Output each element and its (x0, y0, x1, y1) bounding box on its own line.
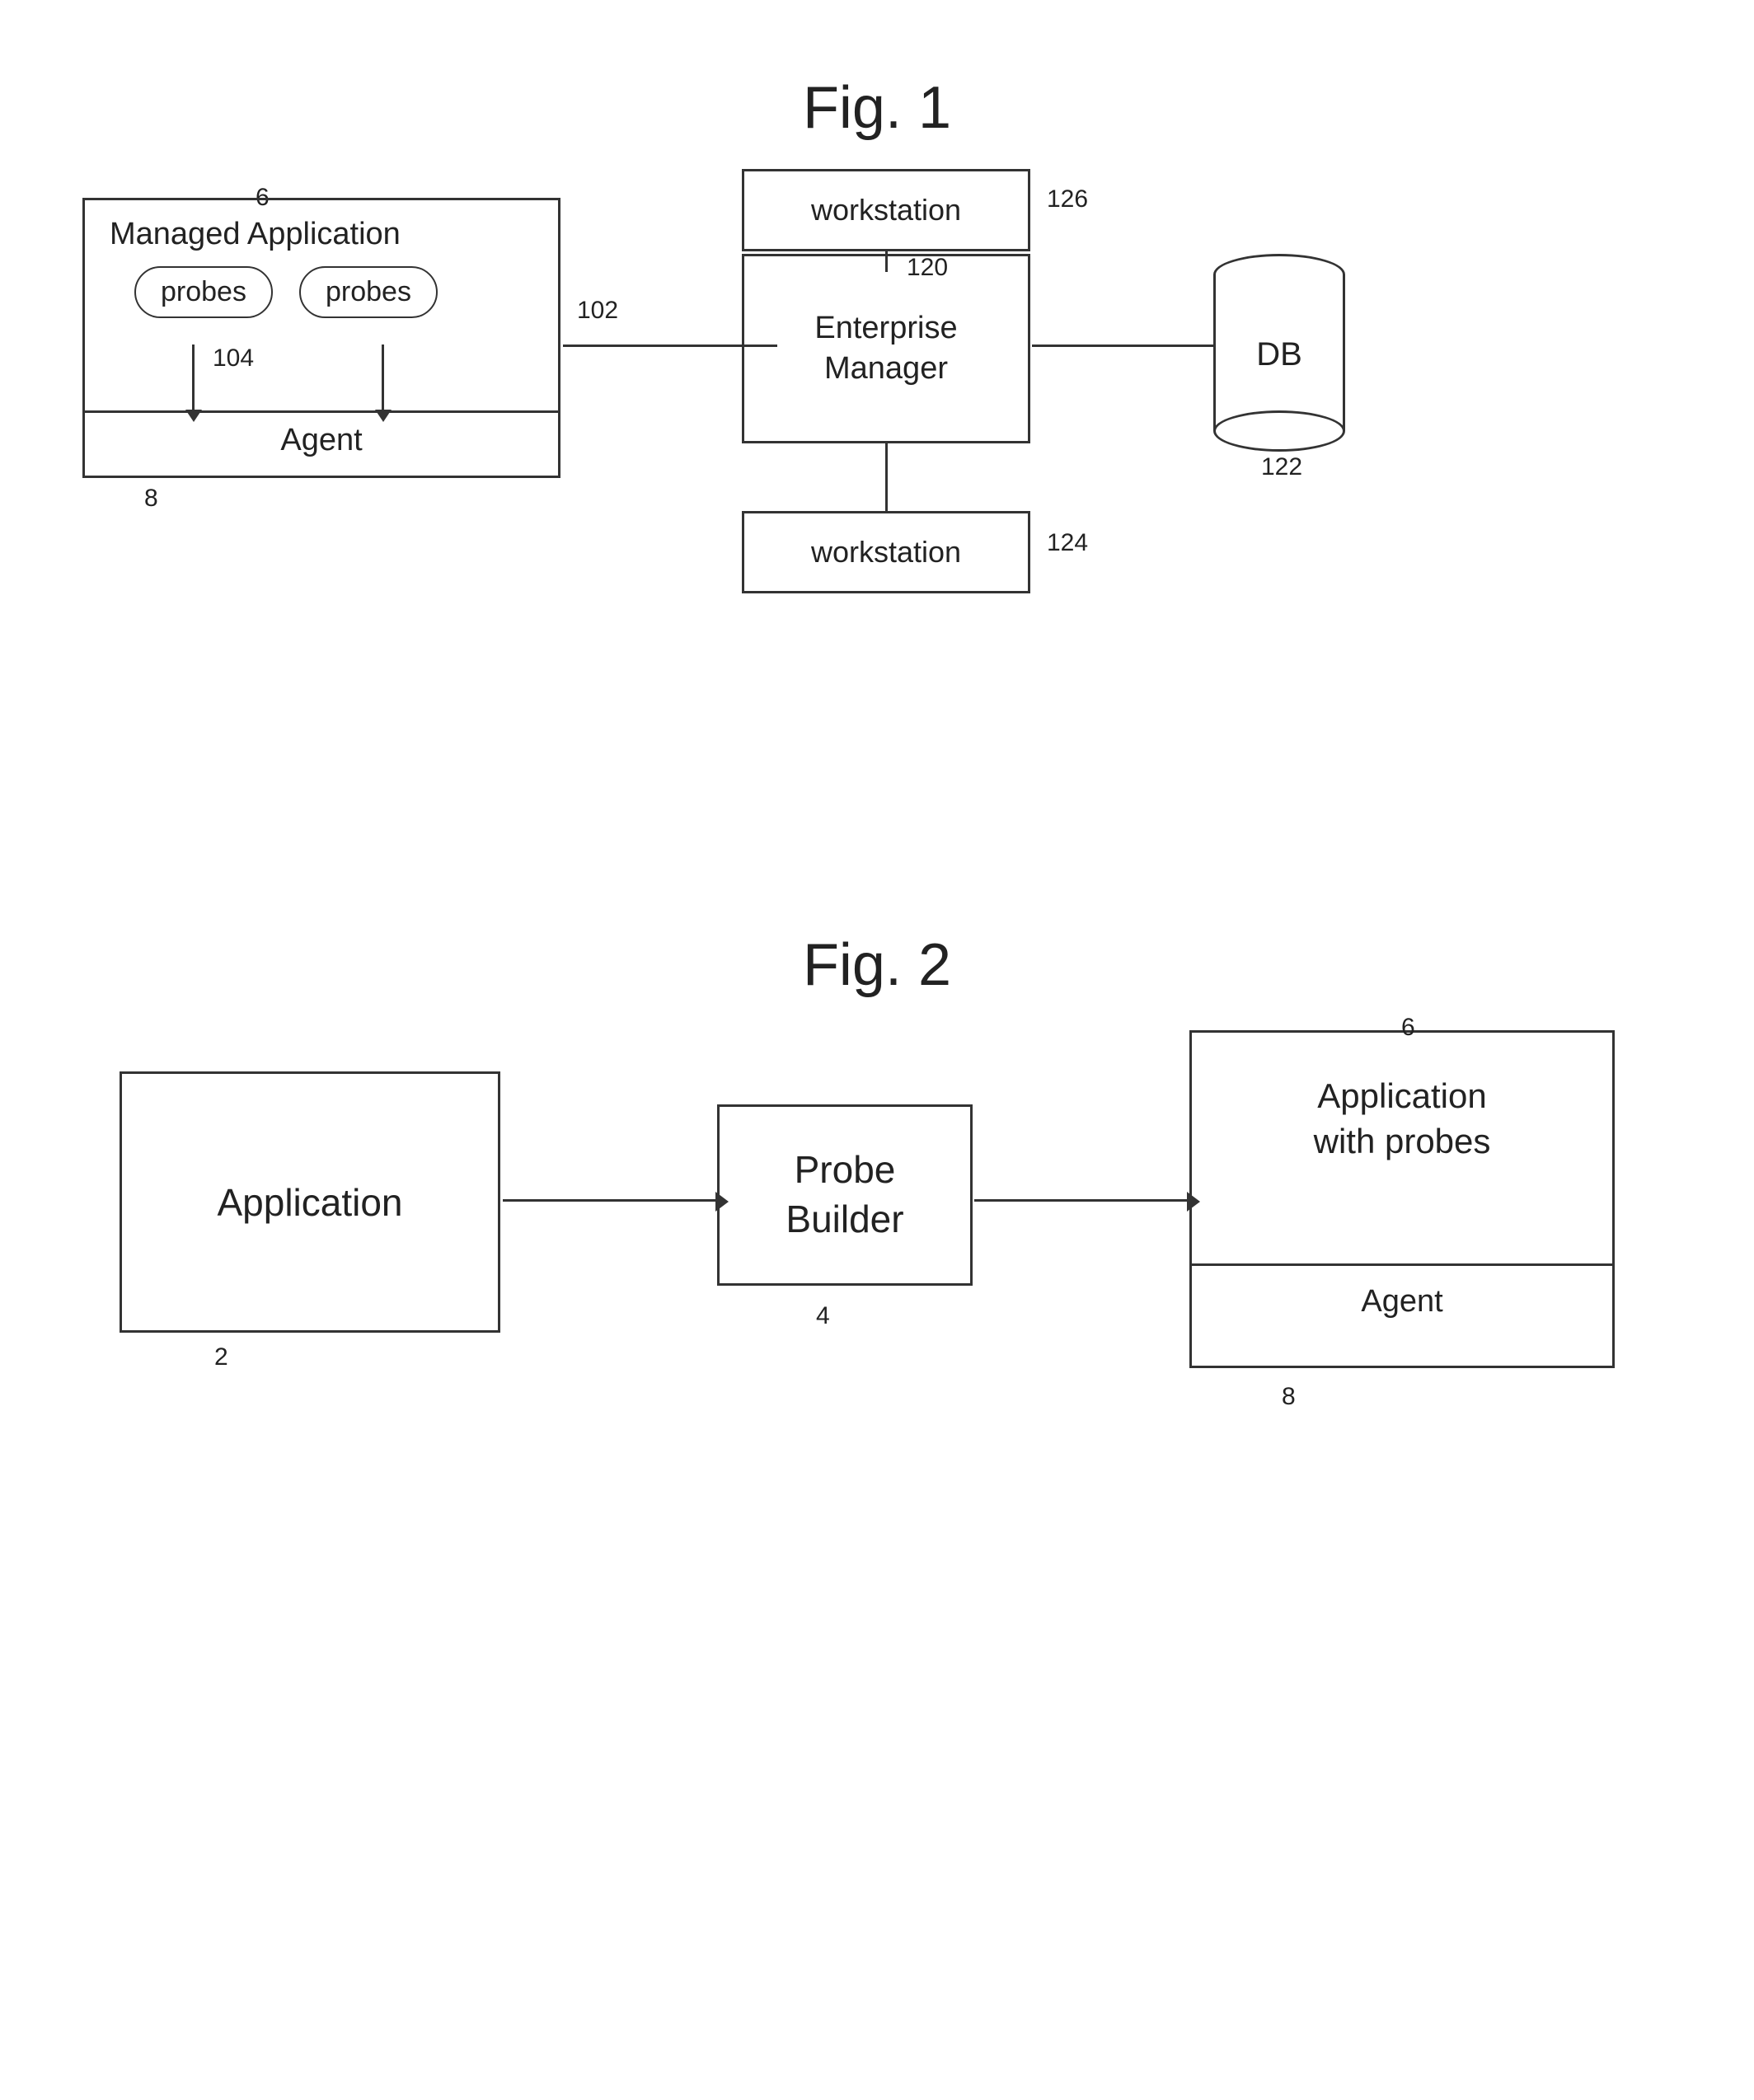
em-label-line2: Manager (824, 351, 948, 386)
ref-120: 120 (907, 254, 948, 282)
agent-label: Agent (85, 423, 558, 458)
db-label: DB (1213, 336, 1345, 373)
ref-2: 2 (214, 1343, 228, 1371)
agent-divider (85, 410, 558, 413)
ref-8-fig1: 8 (144, 485, 158, 513)
probe1-pill: probes (134, 266, 273, 318)
managed-app-box: Managed Application probes probes 104 Ag… (82, 198, 560, 478)
application-box: Application (120, 1071, 500, 1333)
awp-agent-label: Agent (1192, 1284, 1612, 1320)
awp-label-line1: Application (1317, 1076, 1486, 1115)
fig1-title: Fig. 1 (0, 74, 1754, 142)
workstation-top-label: workstation (811, 193, 961, 227)
arrow-probe-builder-to-awp (974, 1199, 1189, 1202)
managed-app-label: Managed Application (110, 217, 401, 252)
db-bottom-ellipse (1213, 410, 1345, 452)
probe-builder-box: Probe Builder (717, 1104, 973, 1286)
ref-104: 104 (213, 345, 254, 373)
ref-102: 102 (577, 297, 618, 325)
arrow-probe2 (382, 345, 384, 410)
ref-4: 4 (816, 1302, 830, 1330)
arrow-app-to-probe-builder (503, 1199, 717, 1202)
app-with-probes-box: Application with probes Agent (1189, 1030, 1615, 1368)
db-cylinder: DB (1213, 254, 1345, 452)
app-with-probes-label: Application with probes (1192, 1074, 1612, 1164)
workstation-bottom-label: workstation (811, 535, 961, 570)
ref-8-fig1-number: 8 (144, 485, 158, 512)
arrow-probe1 (192, 345, 195, 410)
ref-6-awp: 6 (1401, 1014, 1415, 1042)
application-label: Application (217, 1180, 402, 1225)
probe-builder-label: Probe Builder (786, 1146, 903, 1245)
line-em-to-db (1032, 345, 1213, 347)
probe2-pill: probes (299, 266, 438, 318)
workstation-top-box: workstation (742, 169, 1030, 251)
pb-label-line2: Builder (786, 1198, 903, 1240)
awp-divider (1192, 1263, 1612, 1266)
ref-124: 124 (1047, 529, 1088, 557)
awp-label-line2: with probes (1314, 1122, 1491, 1160)
fig1-area: Fig. 1 6 Managed Application probes prob… (0, 49, 1754, 857)
ref-122: 122 (1261, 453, 1302, 481)
enterprise-manager-box: Enterprise Manager (742, 254, 1030, 443)
pb-label-line1: Probe (795, 1148, 896, 1191)
line-em-to-ws-bottom (885, 443, 888, 511)
em-label-line1: Enterprise (814, 311, 957, 345)
enterprise-manager-label: Enterprise Manager (814, 308, 957, 390)
ref-126: 126 (1047, 185, 1088, 213)
fig2-area: Fig. 2 Application 2 Probe Builder 4 App… (0, 907, 1754, 2060)
workstation-bottom-box: workstation (742, 511, 1030, 593)
fig2-title: Fig. 2 (0, 931, 1754, 999)
ref-8-awp: 8 (1282, 1383, 1296, 1411)
